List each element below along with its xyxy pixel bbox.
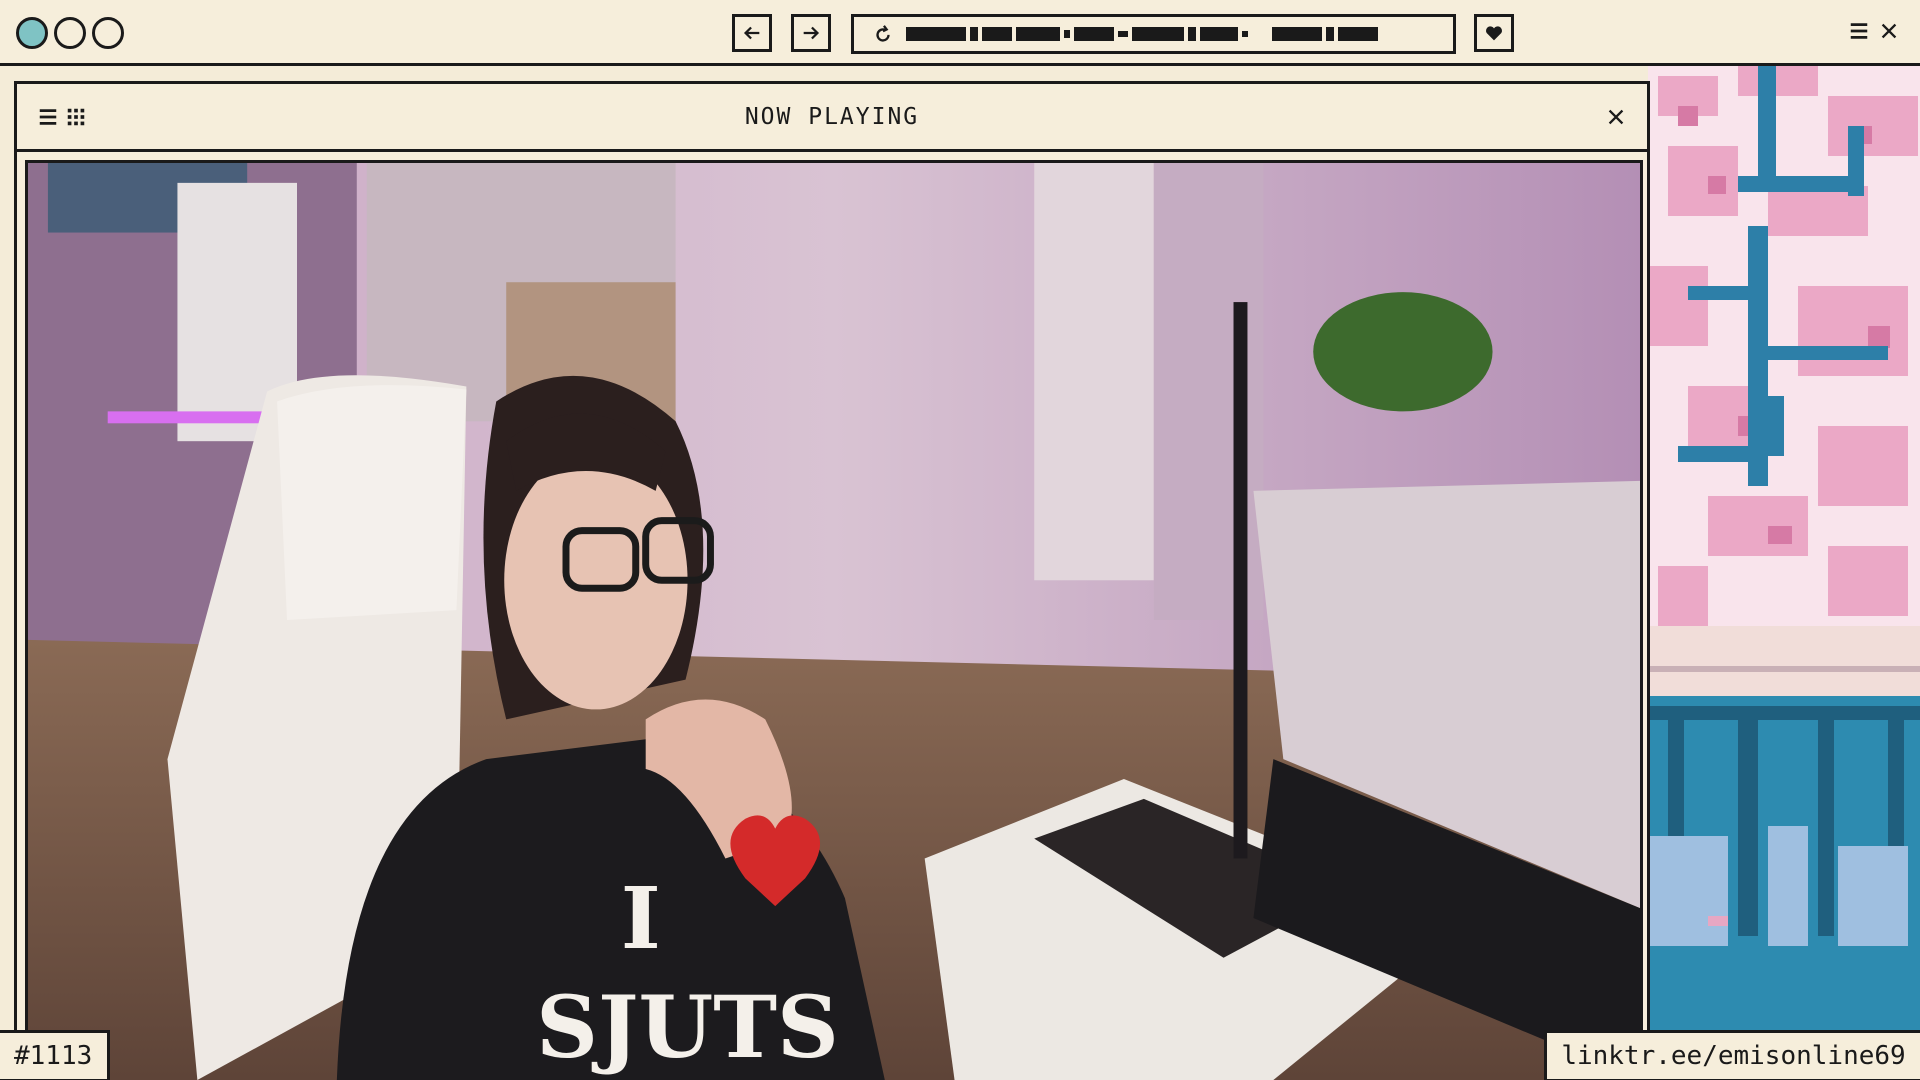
close-icon[interactable]	[1878, 20, 1900, 42]
player-header: NOW PLAYING	[17, 84, 1647, 152]
arrow-left-icon	[743, 26, 760, 40]
address-text-scrambled	[906, 24, 1378, 44]
sakura-pixel-art	[1648, 66, 1920, 1080]
browser-top-bar	[0, 0, 1920, 66]
close-icon[interactable]	[1605, 106, 1627, 128]
forward-button[interactable]	[791, 14, 831, 52]
player-title: NOW PLAYING	[744, 104, 920, 130]
favorite-button[interactable]	[1474, 14, 1514, 52]
sakura-tree-illustration	[1648, 66, 1920, 1080]
window-control-circle-teal[interactable]	[16, 17, 48, 49]
window-control-circle[interactable]	[54, 17, 86, 49]
shirt-text-top: I	[621, 869, 661, 969]
video-frame[interactable]: I SJUTS	[25, 160, 1643, 1080]
window-menu-controls	[1848, 20, 1900, 42]
address-bar[interactable]	[851, 14, 1456, 54]
social-link[interactable]: linktr.ee/emisonline69	[1544, 1030, 1920, 1080]
window-control-circle[interactable]	[92, 17, 124, 49]
window-controls	[16, 17, 124, 49]
episode-number: #1113	[0, 1030, 110, 1080]
hamburger-icon[interactable]	[1848, 20, 1870, 42]
back-button[interactable]	[732, 14, 772, 52]
shirt-text-bottom: SJUTS	[536, 978, 839, 1078]
webcam-scene: I SJUTS	[28, 163, 1640, 1080]
now-playing-window: NOW PLAYING I SJUTS	[14, 81, 1650, 1080]
heart-icon	[1486, 26, 1502, 41]
refresh-icon	[876, 25, 890, 42]
arrow-right-icon	[803, 26, 820, 40]
